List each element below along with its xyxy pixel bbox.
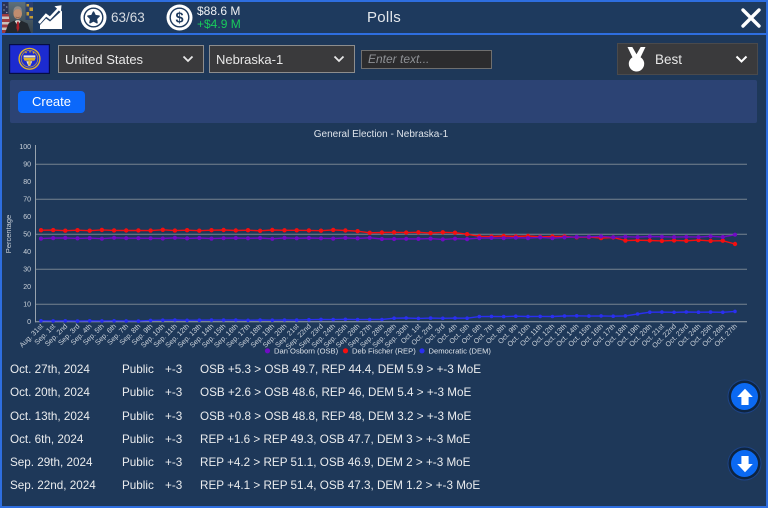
svg-text:0: 0: [27, 319, 31, 326]
svg-text:20: 20: [23, 284, 31, 291]
svg-text:10: 10: [23, 302, 31, 309]
svg-text:Dan Osborn (OSB): Dan Osborn (OSB): [274, 347, 339, 356]
svg-text:70: 70: [23, 197, 31, 204]
svg-text:50: 50: [23, 232, 31, 239]
svg-text:Percentage: Percentage: [4, 215, 13, 253]
svg-text:100: 100: [19, 144, 31, 151]
svg-text:80: 80: [23, 179, 31, 186]
svg-text:$: $: [175, 11, 183, 27]
svg-text:90: 90: [23, 162, 31, 169]
svg-text:Democratic (DEM): Democratic (DEM): [429, 347, 492, 356]
svg-text:30: 30: [23, 267, 31, 274]
svg-text:40: 40: [23, 249, 31, 256]
svg-text:General Election - Nebraska-1: General Election - Nebraska-1: [314, 129, 449, 140]
svg-text:60: 60: [23, 214, 31, 221]
svg-text:Deb Fischer (REP): Deb Fischer (REP): [352, 347, 416, 356]
